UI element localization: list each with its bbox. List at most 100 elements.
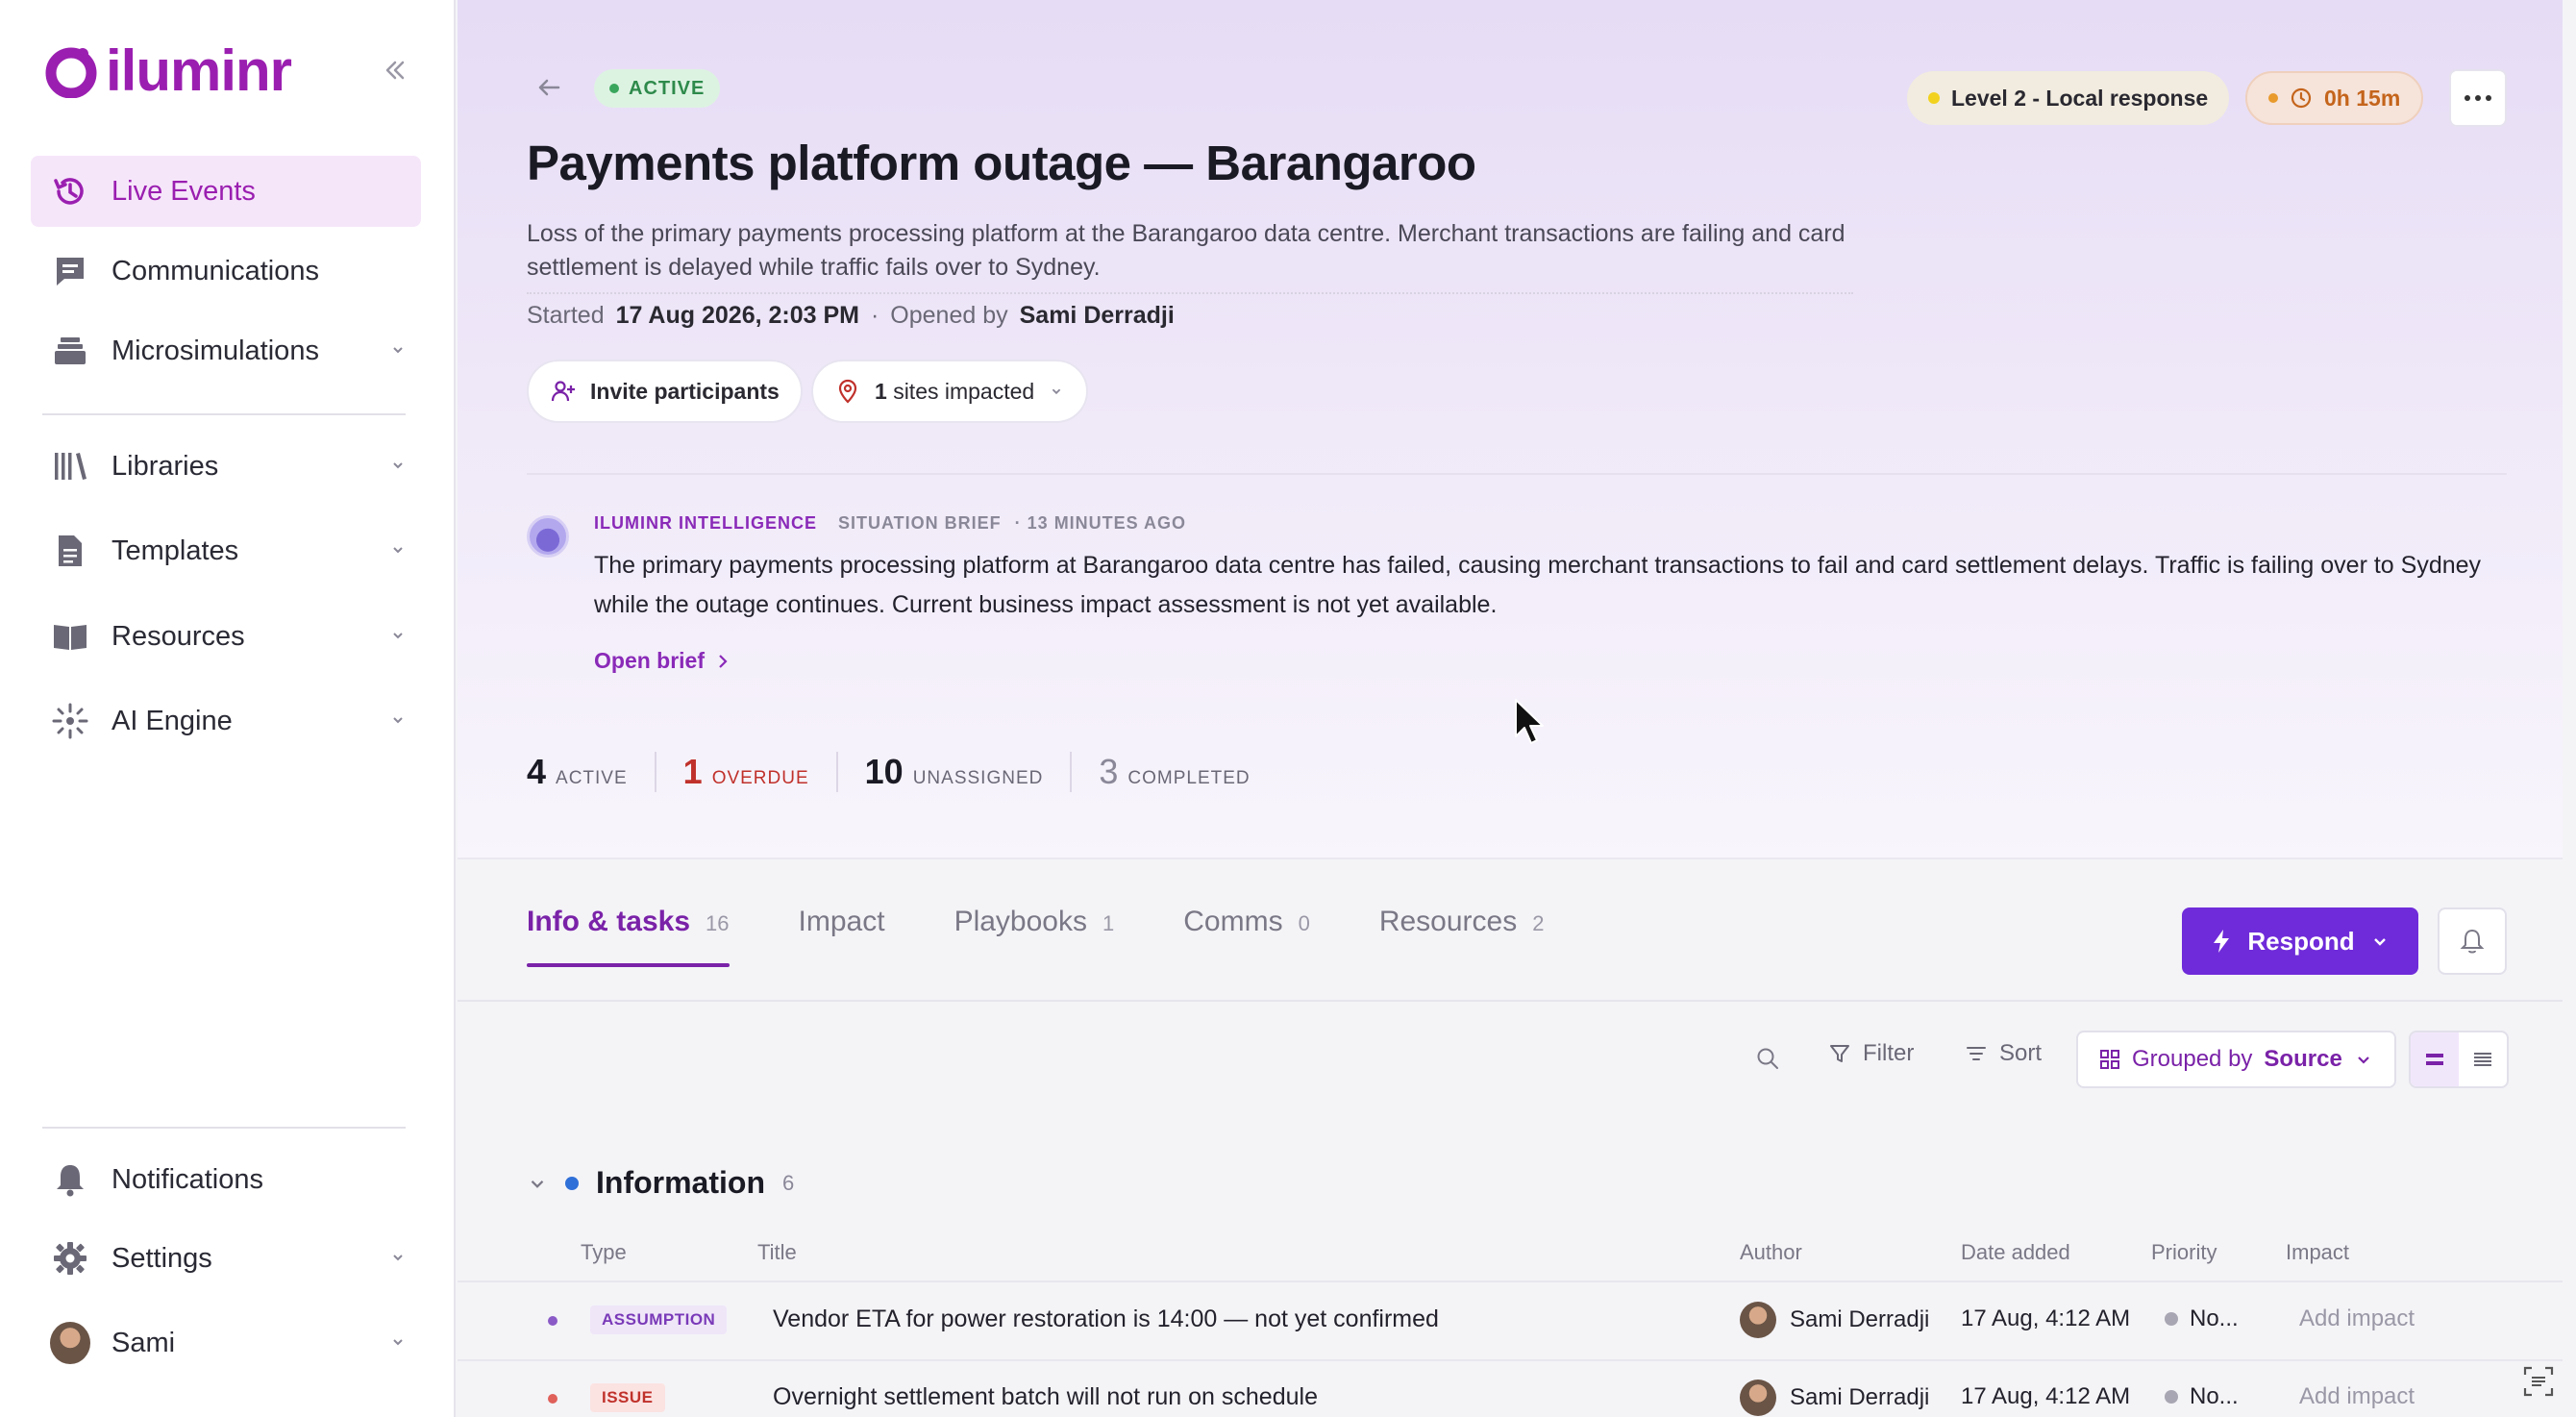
sidebar-item-resources[interactable]: Resources [31, 601, 421, 672]
tab-comms[interactable]: Comms 0 [1183, 906, 1310, 967]
add-impact-button[interactable]: Add impact [2299, 1383, 2415, 1410]
column-header-date[interactable]: Date added [1961, 1240, 2070, 1265]
started-value: 17 Aug 2026, 2:03 PM [615, 302, 859, 329]
tab-label: Resources [1378, 906, 1518, 937]
sort-button[interactable]: Sort [1965, 1040, 2042, 1067]
row-dot-icon [548, 1316, 557, 1326]
sidebar-item-communications[interactable]: Communications [31, 236, 421, 307]
event-meta: Started 17 Aug 2026, 2:03 PM · Opened by… [527, 302, 1175, 330]
row-priority[interactable]: No... [2165, 1383, 2239, 1410]
opened-by-value: Sami Derradji [1019, 302, 1175, 329]
sidebar-item-live-events[interactable]: Live Events [31, 156, 421, 227]
search-button[interactable] [1755, 1046, 1780, 1076]
column-header-priority[interactable]: Priority [2151, 1240, 2217, 1265]
sidebar-divider [42, 1127, 406, 1129]
sidebar-item-user[interactable]: Sami [31, 1307, 421, 1379]
brand-logo[interactable]: iluminr [44, 42, 292, 100]
filter-button[interactable]: Filter [1828, 1040, 1914, 1067]
tab-count: 16 [706, 911, 730, 935]
sidebar-item-templates[interactable]: Templates [31, 515, 421, 586]
double-chevron-left-icon [385, 61, 405, 80]
table-row[interactable]: ASSUMPTION Vendor ETA for power restorat… [458, 1282, 2563, 1359]
tab-impact[interactable]: Impact [799, 906, 885, 967]
sidebar-item-notifications[interactable]: Notifications [31, 1144, 421, 1215]
event-header: ACTIVE Level 2 - Local response 0h 15m P… [458, 0, 2563, 859]
respond-button[interactable]: Respond [2182, 907, 2418, 975]
status-badge: ACTIVE [594, 69, 721, 108]
grouped-view-button[interactable] [2411, 1032, 2459, 1086]
sparkle-icon [50, 701, 90, 741]
tab-label: Playbooks [954, 906, 1087, 937]
group-information-header[interactable]: Information 6 [527, 1165, 794, 1201]
column-header-impact[interactable]: Impact [2286, 1240, 2349, 1265]
priority-value: No... [2190, 1305, 2239, 1331]
location-pin-icon [838, 379, 857, 404]
sidebar: iluminr Live Events Communications Micro… [0, 0, 456, 1417]
collapse-sidebar-button[interactable] [383, 56, 408, 88]
sidebar-item-label: AI Engine [111, 705, 233, 736]
stat-active[interactable]: 4 ACTIVE [527, 752, 656, 792]
brief-kind: SITUATION BRIEF [838, 513, 1002, 533]
priority-value: No... [2190, 1383, 2239, 1409]
sidebar-item-settings[interactable]: Settings [31, 1223, 421, 1294]
screen-capture-icon[interactable] [2522, 1365, 2555, 1398]
tab-playbooks[interactable]: Playbooks 1 [954, 906, 1115, 967]
stat-unassigned[interactable]: 10 UNASSIGNED [865, 752, 1073, 792]
add-impact-button[interactable]: Add impact [2299, 1305, 2415, 1332]
tab-count: 1 [1102, 911, 1115, 935]
chevron-down-icon [393, 347, 403, 354]
chevron-down-icon [2373, 938, 2386, 946]
grouped-value: Source [2264, 1046, 2342, 1072]
chevron-down-icon [393, 462, 403, 469]
scrollbar[interactable] [2563, 0, 2576, 1417]
tab-info-tasks[interactable]: Info & tasks 16 [527, 906, 730, 967]
chevron-down-icon [2358, 1057, 2369, 1064]
row-dot-icon [548, 1394, 557, 1404]
grid-icon [2100, 1050, 2119, 1069]
sort-label: Sort [1999, 1040, 2043, 1066]
sites-impacted-dropdown[interactable]: 1 sites impacted [811, 360, 1089, 423]
more-options-button[interactable] [2449, 69, 2507, 127]
column-header-author[interactable]: Author [1740, 1240, 1802, 1265]
table-row[interactable]: ISSUE Overnight settlement batch will no… [458, 1361, 2563, 1417]
sites-count: 1 [875, 378, 887, 404]
sidebar-item-label: Settings [111, 1242, 212, 1274]
row-title: Overnight settlement batch will not run … [773, 1383, 1318, 1410]
tab-label: Impact [798, 906, 885, 937]
column-header-type[interactable]: Type [581, 1240, 627, 1265]
sidebar-item-label: Sami [111, 1327, 176, 1358]
chat-icon [50, 251, 90, 291]
sidebar-item-microsimulations[interactable]: Microsimulations [31, 315, 421, 386]
search-icon [1757, 1048, 1778, 1069]
filter-icon [1830, 1045, 1849, 1062]
row-priority[interactable]: No... [2165, 1305, 2239, 1332]
tab-resources[interactable]: Resources 2 [1379, 906, 1545, 967]
sidebar-item-libraries[interactable]: Libraries [31, 431, 421, 502]
chevron-down-icon [393, 633, 403, 639]
column-header-title[interactable]: Title [757, 1240, 797, 1265]
mouse-cursor-icon [1515, 699, 1544, 744]
group-title: Information [596, 1165, 765, 1200]
notify-button[interactable] [2438, 907, 2507, 975]
stat-overdue[interactable]: 1 OVERDUE [683, 752, 838, 792]
event-description[interactable]: Loss of the primary payments processing … [527, 217, 1853, 294]
group-by-dropdown[interactable]: Grouped by Source [2076, 1031, 2396, 1088]
meta-separator: · [870, 302, 879, 329]
level-dot-icon [1928, 92, 1940, 104]
level-badge[interactable]: Level 2 - Local response [1907, 71, 2230, 125]
sidebar-item-ai-engine[interactable]: AI Engine [31, 685, 421, 757]
filter-label: Filter [1863, 1040, 1915, 1066]
row-date: 17 Aug, 4:12 AM [1961, 1383, 2131, 1409]
back-button[interactable] [534, 73, 563, 110]
brief-time: · 13 MINUTES AGO [1014, 513, 1187, 533]
invite-participants-button[interactable]: Invite participants [527, 360, 803, 423]
row-author: Sami Derradji [1740, 1302, 1929, 1338]
timer-dot-icon [2268, 93, 2278, 103]
author-name: Sami Derradji [1790, 1306, 1930, 1332]
open-brief-link[interactable]: Open brief [594, 648, 730, 674]
compact-view-button[interactable] [2459, 1032, 2507, 1086]
type-badge: ISSUE [590, 1383, 665, 1412]
invite-label: Invite participants [590, 378, 780, 404]
stat-completed[interactable]: 3 COMPLETED [1099, 752, 1276, 792]
bell-icon [50, 1159, 90, 1200]
